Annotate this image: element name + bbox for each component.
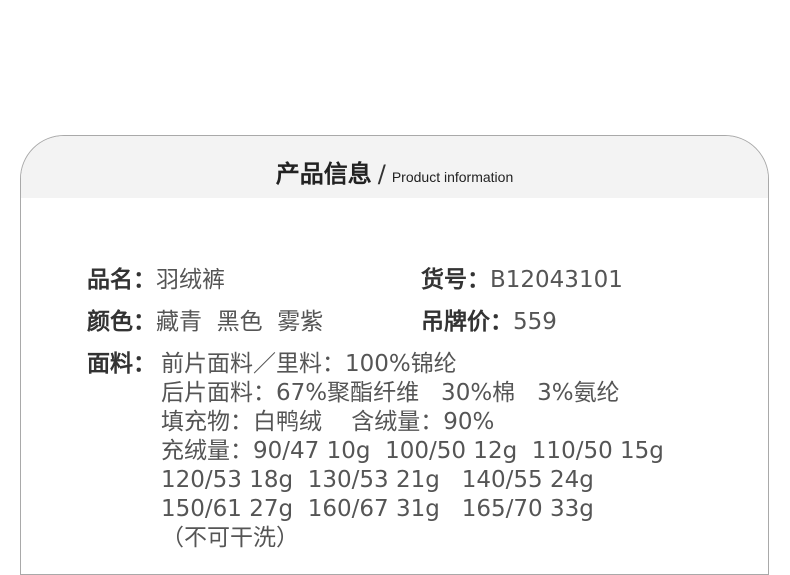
title-chinese: 产品信息 — [275, 160, 372, 188]
product-name-label: 品名： — [87, 267, 156, 293]
fabric-line: 填充物：白鸭绒 含绒量：90% — [161, 409, 495, 435]
fabric-line: 120/53 18g 130/53 21g 140/55 24g — [161, 467, 594, 493]
sku-row: 货号：B12043101 — [421, 266, 623, 295]
card-header: 产品信息 / Product information — [21, 136, 768, 198]
price-row: 吊牌价：559 — [421, 308, 557, 337]
product-name-row: 品名：羽绒裤 — [87, 266, 225, 295]
fabric-row: 面料： — [87, 350, 156, 379]
price-label: 吊牌价： — [421, 309, 513, 335]
color-value: 藏青 黑色 雾紫 — [156, 309, 324, 335]
fabric-line: 150/61 27g 160/67 31g 165/70 33g — [161, 496, 594, 522]
fabric-label: 面料： — [87, 351, 156, 377]
fabric-line: 后片面料：67%聚酯纤维 30%棉 3%氨纶 — [161, 380, 620, 406]
sku-value: B12043101 — [490, 267, 623, 293]
price-value: 559 — [513, 309, 557, 335]
fabric-line: （不可干洗） — [161, 525, 299, 551]
title-english: Product information — [391, 169, 514, 185]
color-label: 颜色： — [87, 309, 156, 335]
fabric-line: 前片面料／里料：100%锦纶 — [161, 351, 457, 377]
title-separator: / — [377, 160, 386, 188]
fabric-line: 充绒量：90/47 10g 100/50 12g 110/50 15g — [161, 438, 664, 464]
sku-label: 货号： — [421, 267, 490, 293]
header-title: 产品信息 / Product information — [21, 154, 768, 189]
color-row: 颜色：藏青 黑色 雾紫 — [87, 308, 323, 337]
fabric-details: 前片面料／里料：100%锦纶 后片面料：67%聚酯纤维 30%棉 3%氨纶 填充… — [161, 350, 664, 553]
product-name-value: 羽绒裤 — [156, 267, 225, 293]
